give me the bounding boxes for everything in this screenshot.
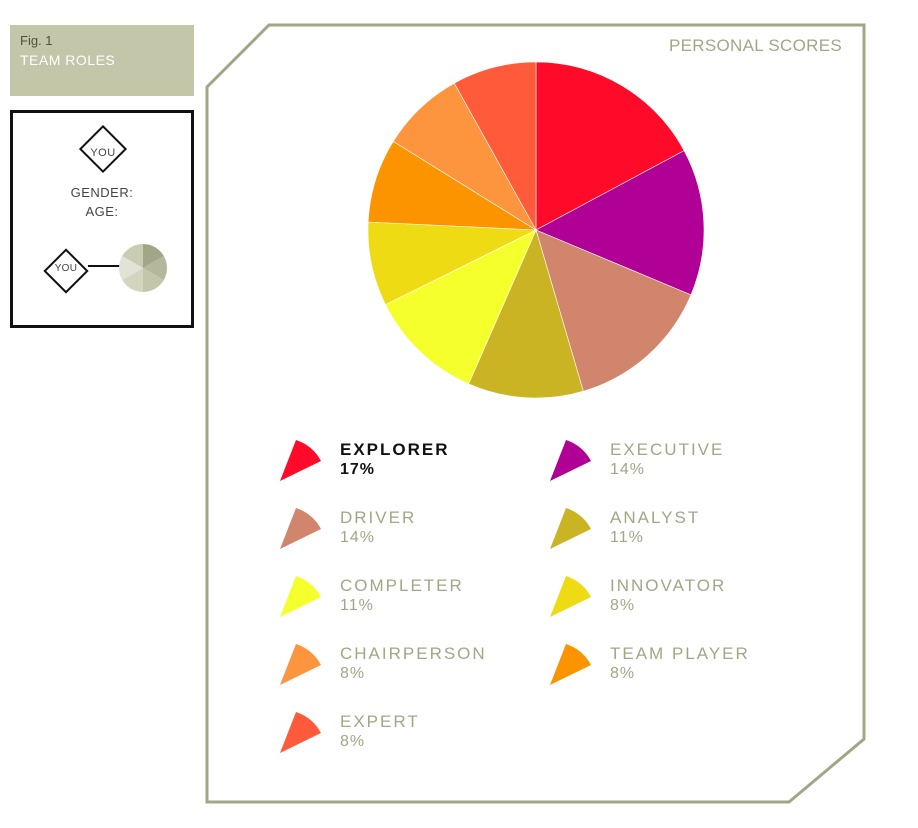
- legend-item-analyst[interactable]: ANALYST 11%: [550, 508, 790, 558]
- legend-percent: 14%: [610, 461, 646, 478]
- legend-percent: 17%: [340, 461, 376, 478]
- legend-label: ANALYST: [610, 508, 701, 527]
- legend-item-innovator[interactable]: INNOVATOR 8%: [550, 576, 790, 626]
- pie-wedge-icon: [550, 644, 591, 685]
- legend-percent: 8%: [340, 665, 366, 682]
- pie-wedge-icon: [280, 576, 321, 617]
- legend-label: EXPERT: [340, 712, 420, 731]
- pie-wedge-icon: [280, 508, 321, 549]
- legend-item-team-player[interactable]: TEAM PLAYER 8%: [550, 644, 790, 694]
- pie-wedge-icon: [550, 576, 591, 617]
- legend-item-executive[interactable]: EXECUTIVE 14%: [550, 440, 790, 490]
- legend-percent: 8%: [340, 733, 366, 750]
- legend-percent: 11%: [340, 597, 374, 614]
- pie-chart: [367, 61, 705, 399]
- legend-label: TEAM PLAYER: [610, 644, 750, 663]
- legend-item-chairperson[interactable]: CHAIRPERSON 8%: [280, 644, 520, 694]
- legend-item-completer[interactable]: COMPLETER 11%: [280, 576, 520, 626]
- legend-percent: 8%: [610, 665, 636, 682]
- legend-label: INNOVATOR: [610, 576, 727, 595]
- pie-wedge-icon: [550, 440, 591, 481]
- legend-item-driver[interactable]: DRIVER 14%: [280, 508, 520, 558]
- pie-wedge-icon: [550, 508, 591, 549]
- legend-item-expert[interactable]: EXPERT 8%: [280, 712, 520, 762]
- chart-title: PERSONAL SCORES: [669, 36, 842, 55]
- pie-wedge-icon: [280, 644, 321, 685]
- legend-label: EXECUTIVE: [610, 440, 725, 459]
- legend-label: COMPLETER: [340, 576, 464, 595]
- legend-label: CHAIRPERSON: [340, 644, 487, 663]
- pie-wedge-icon: [280, 440, 321, 481]
- legend-item-explorer[interactable]: EXPLORER 17%: [280, 440, 520, 490]
- legend-percent: 8%: [610, 597, 636, 614]
- legend-percent: 11%: [610, 529, 644, 546]
- legend-label: DRIVER: [340, 508, 417, 527]
- pie-wedge-icon: [280, 712, 321, 753]
- legend-label: EXPLORER: [340, 440, 450, 459]
- legend-percent: 14%: [340, 529, 376, 546]
